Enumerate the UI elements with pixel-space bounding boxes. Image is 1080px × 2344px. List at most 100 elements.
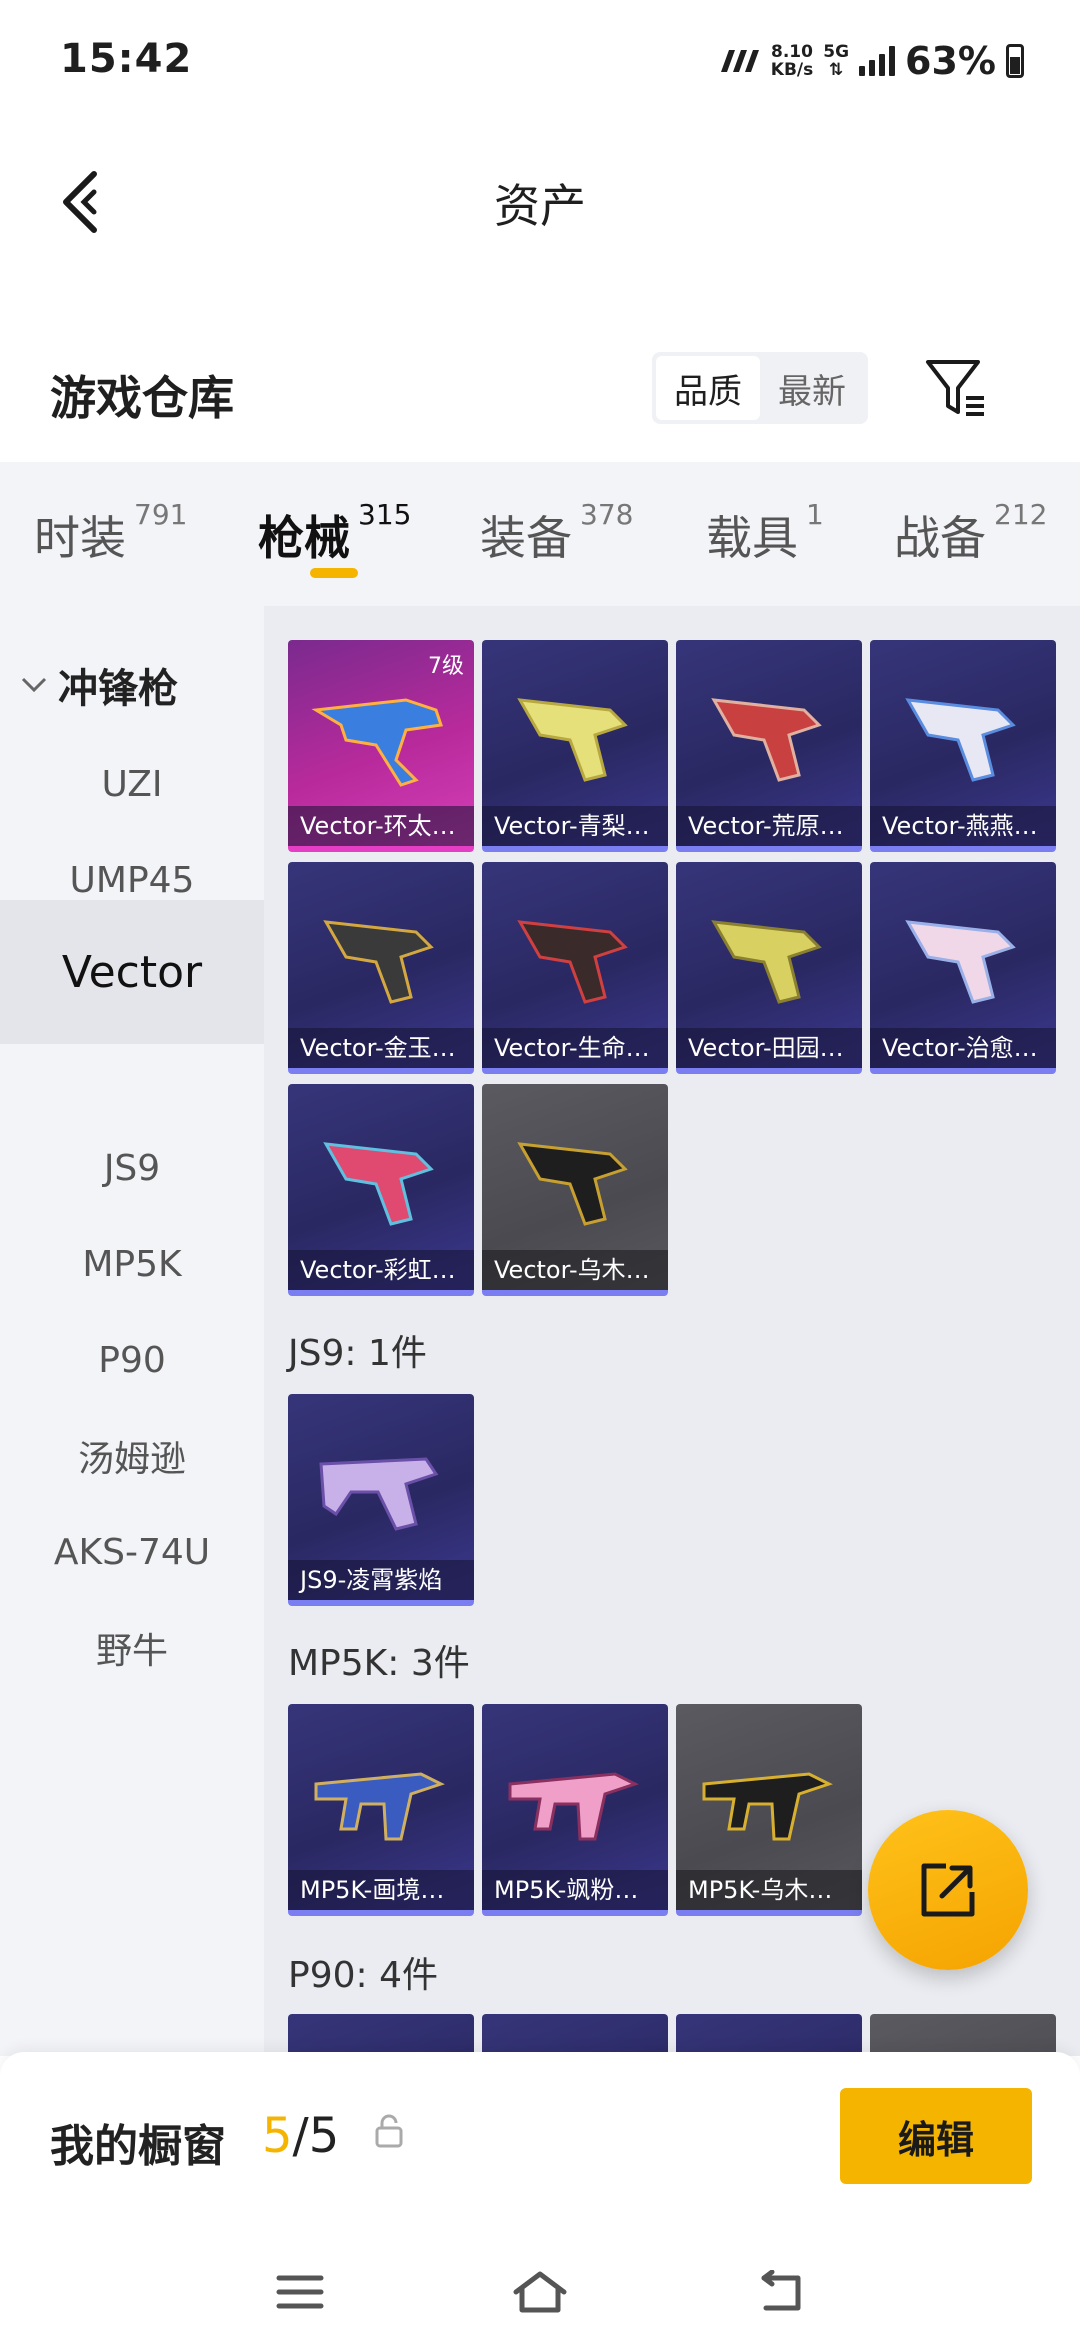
skin-card[interactable]: MP5K-画境… [288, 1704, 474, 1916]
skin-card[interactable]: JS9-凌霄紫焰 [288, 1394, 474, 1606]
smg-weapon-icon [676, 660, 862, 810]
lock-icon [374, 2114, 404, 2152]
skin-name: Vector-荒原… [676, 806, 862, 846]
smg-weapon-icon [870, 660, 1056, 810]
filter-icon [926, 360, 984, 416]
skin-card[interactable] [482, 2014, 668, 2056]
back-arrow-icon [761, 2270, 801, 2311]
smg-weapon-icon [288, 1104, 474, 1254]
weapon-sidebar: 冲锋枪 UZI UMP45 Vector JS9 MP5K P90 汤姆逊 AK… [0, 606, 264, 2056]
smg-weapon-icon [482, 1104, 668, 1254]
battery-percent: 63% [905, 39, 996, 83]
smg-weapon-icon [676, 1724, 862, 1874]
skin-name: Vector-生命… [482, 1028, 668, 1068]
back-nav-button[interactable] [740, 2260, 820, 2324]
skin-card[interactable]: Vector-荒原… [676, 640, 862, 852]
tab-label: 装备 [480, 511, 572, 565]
status-bar: 15:42 8.10 KB/s 5G ⇅ 63% [0, 0, 1080, 120]
skin-card[interactable]: Vector-生命… [482, 862, 668, 1074]
tab-label: 载具 [706, 511, 798, 565]
menu-nav-button[interactable] [260, 2260, 340, 2324]
skin-card[interactable] [676, 2014, 862, 2056]
skin-card[interactable]: Vector-青梨… [482, 640, 668, 852]
skin-name: Vector-青梨… [482, 806, 668, 846]
sidebar-item-vector[interactable]: Vector [0, 900, 264, 1044]
skin-card[interactable] [870, 2014, 1056, 2056]
skin-name: JS9-凌霄紫焰 [288, 1560, 474, 1600]
network-type-label: 5G [823, 42, 850, 62]
net-speed: 8.10 KB/s [771, 43, 813, 79]
skin-card[interactable] [288, 2014, 474, 2056]
tab-equipment[interactable]: 装备 378 [480, 498, 633, 568]
skin-card[interactable]: MP5K-乌木… [676, 1704, 862, 1916]
showcase-count-separator: / [292, 2108, 309, 2164]
home-nav-button[interactable] [500, 2260, 580, 2324]
skin-card[interactable]: Vector-燕燕… [870, 640, 1056, 852]
skin-name: Vector-乌木… [482, 1250, 668, 1290]
battery-icon [1006, 44, 1024, 78]
sort-newest-option[interactable]: 最新 [760, 356, 864, 420]
tab-fashion[interactable]: 时装 791 [34, 498, 187, 568]
skin-name: Vector-彩虹… [288, 1250, 474, 1290]
skin-name: Vector-治愈… [870, 1028, 1056, 1068]
skin-card[interactable]: Vector-田园… [676, 862, 862, 1074]
tab-label: 枪械 [258, 511, 350, 565]
tab-count: 1 [806, 498, 824, 531]
skin-name: Vector-环太… [288, 806, 474, 846]
net-speed-value: 8.10 [771, 42, 813, 62]
skin-name: MP5K-飒粉… [482, 1870, 668, 1910]
chevron-down-icon [21, 677, 47, 693]
tab-vehicles[interactable]: 载具 1 [706, 498, 824, 568]
system-nav-bar [0, 2242, 1080, 2344]
section-label-js9: JS9: 1件 [288, 1333, 427, 1374]
network-type: 5G ⇅ [823, 43, 849, 79]
tab-supplies[interactable]: 战备 212 [894, 498, 1047, 568]
status-time: 15:42 [60, 36, 193, 82]
showcase-count: 5/5 [262, 2108, 339, 2164]
showcase-bar: 我的橱窗 5/5 编辑 [0, 2052, 1080, 2242]
smg-weapon-icon [482, 1724, 668, 1874]
tab-label: 时装 [34, 511, 126, 565]
tab-guns[interactable]: 枪械 315 [258, 498, 411, 568]
section-label-mp5k: MP5K: 3件 [288, 1643, 470, 1684]
showcase-count-current: 5 [262, 2108, 293, 2164]
skin-name: Vector-金玉… [288, 1028, 474, 1068]
top-header: 资产 [0, 140, 1080, 260]
tab-count: 315 [358, 498, 412, 531]
tab-label: 战备 [894, 511, 986, 565]
skin-name: Vector-田园… [676, 1028, 862, 1068]
section-label-p90: P90: 4件 [288, 1955, 438, 1996]
export-icon [921, 1863, 975, 1917]
smg-weapon-icon [482, 660, 668, 810]
filter-button[interactable] [922, 354, 990, 422]
skin-card[interactable]: 7级 Vector-环太… [288, 640, 474, 852]
smg-weapon-icon [676, 882, 862, 1032]
tab-count: 212 [994, 498, 1048, 531]
skin-name: MP5K-乌木… [676, 1870, 862, 1910]
menu-icon [276, 2275, 324, 2309]
category-tabs: 时装 791 枪械 315 装备 378 载具 1 战备 212 [0, 462, 1080, 606]
edit-button[interactable]: 编辑 [840, 2088, 1032, 2184]
status-indicators: 8.10 KB/s 5G ⇅ 63% [717, 36, 1024, 86]
share-fab-button[interactable] [868, 1810, 1028, 1970]
network-brand-icon [720, 50, 759, 72]
sort-quality-option[interactable]: 品质 [656, 356, 760, 420]
smg-weapon-icon [870, 882, 1056, 1032]
smg-weapon-icon [288, 882, 474, 1032]
sidebar-item-bizon[interactable]: 野牛 [0, 1576, 264, 1720]
skin-card[interactable]: MP5K-飒粉… [482, 1704, 668, 1916]
skin-card[interactable]: Vector-金玉… [288, 862, 474, 1074]
net-speed-unit: KB/s [770, 60, 814, 80]
skin-card[interactable]: Vector-乌木… [482, 1084, 668, 1296]
smg-weapon-icon [288, 1724, 474, 1874]
sidebar-group-smg[interactable]: 冲锋枪 [20, 656, 178, 714]
tab-count: 378 [580, 498, 634, 531]
skin-card[interactable]: Vector-彩虹… [288, 1084, 474, 1296]
skin-card[interactable]: Vector-治愈… [870, 862, 1056, 1074]
signal-icon [859, 46, 896, 76]
tab-count: 791 [134, 498, 188, 531]
showcase-title: 我的橱窗 [50, 2121, 226, 2172]
data-arrows-icon: ⇅ [829, 60, 844, 80]
smg-weapon-icon [288, 1414, 474, 1564]
page-title: 资产 [494, 179, 586, 233]
